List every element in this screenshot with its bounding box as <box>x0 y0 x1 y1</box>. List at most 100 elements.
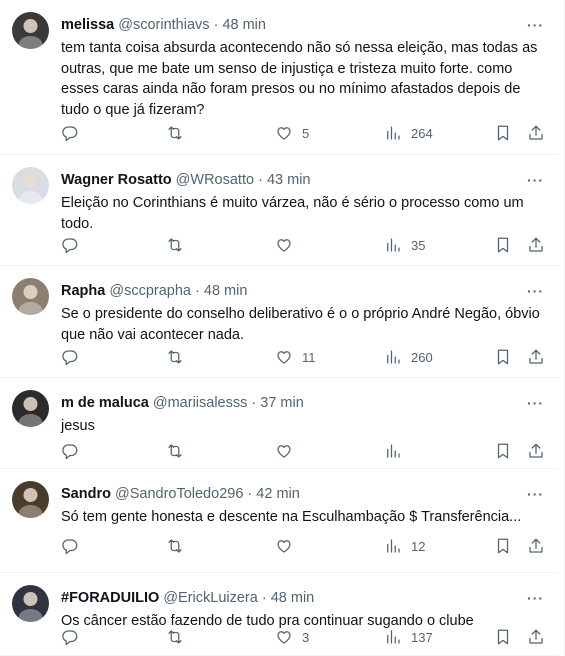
display-name[interactable]: Sandro <box>61 486 111 502</box>
avatar[interactable] <box>12 585 49 622</box>
display-name[interactable]: m de maluca <box>61 395 149 411</box>
tweet-1[interactable]: melissa @scorinthiavs · 48 min ··· tem t… <box>0 0 558 155</box>
timestamp[interactable]: 48 min <box>204 283 248 299</box>
display-name[interactable]: melissa <box>61 17 114 33</box>
share-button[interactable] <box>527 535 545 557</box>
views-button[interactable]: 260 <box>384 346 433 368</box>
share-icon <box>529 538 543 553</box>
user-handle[interactable]: @sccprapha <box>109 283 191 299</box>
more-options-icon[interactable]: ··· <box>527 280 544 302</box>
display-name[interactable]: Rapha <box>61 283 105 299</box>
like-button[interactable] <box>275 234 302 256</box>
more-options-icon[interactable]: ··· <box>527 169 544 191</box>
views-icon <box>387 238 400 252</box>
views-icon <box>387 539 400 553</box>
timestamp[interactable]: 42 min <box>256 486 300 502</box>
views-button[interactable]: 12 <box>384 535 425 557</box>
retweet-icon <box>168 126 182 140</box>
timestamp[interactable]: 48 min <box>222 17 266 33</box>
views-icon <box>387 126 400 140</box>
views-icon <box>387 350 400 364</box>
display-name[interactable]: #FORADUILIO <box>61 590 159 606</box>
retweet-button[interactable] <box>166 440 184 462</box>
timestamp[interactable]: 48 min <box>271 590 315 606</box>
reply-icon <box>62 350 78 366</box>
share-icon <box>529 125 543 140</box>
reply-button[interactable] <box>61 440 79 462</box>
tweet-actions: 35 <box>61 234 551 256</box>
avatar[interactable] <box>12 390 49 427</box>
bookmark-button[interactable] <box>494 346 512 368</box>
share-button[interactable] <box>527 346 545 368</box>
more-options-icon[interactable]: ··· <box>527 587 544 609</box>
bookmark-button[interactable] <box>494 122 512 144</box>
like-button[interactable] <box>275 440 302 462</box>
views-button[interactable]: 35 <box>384 234 425 256</box>
tweet-text: Eleição no Corinthians é muito várzea, n… <box>61 195 524 232</box>
share-button[interactable] <box>527 440 545 462</box>
separator-dot: · <box>251 395 257 411</box>
like-count: 11 <box>302 349 316 365</box>
like-button[interactable]: 3 <box>275 626 309 648</box>
more-options-icon[interactable]: ··· <box>527 483 544 505</box>
views-button[interactable] <box>384 440 411 462</box>
share-button[interactable] <box>527 626 545 648</box>
retweet-icon <box>168 539 182 553</box>
views-button[interactable]: 264 <box>384 122 433 144</box>
user-handle[interactable]: @ErickLuizera <box>163 590 258 606</box>
bookmark-icon <box>497 237 509 253</box>
reply-button[interactable] <box>61 234 79 256</box>
share-button[interactable] <box>527 122 545 144</box>
tweet-2[interactable]: Wagner Rosatto @WRosatto · 43 min ··· El… <box>0 155 558 266</box>
like-button[interactable]: 11 <box>275 346 316 368</box>
like-button[interactable] <box>275 535 302 557</box>
separator-dot: · <box>195 283 200 299</box>
like-button[interactable]: 5 <box>275 122 309 144</box>
user-handle[interactable]: @SandroToledo296 <box>115 486 243 502</box>
display-name[interactable]: Wagner Rosatto <box>61 172 172 188</box>
user-handle[interactable]: @WRosatto <box>176 172 254 188</box>
share-icon <box>529 349 543 364</box>
timestamp[interactable]: 37 min <box>260 395 304 411</box>
reply-button[interactable] <box>61 535 79 557</box>
bookmark-button[interactable] <box>494 234 512 256</box>
share-icon <box>529 629 543 644</box>
reply-button[interactable] <box>61 626 79 648</box>
reply-button[interactable] <box>61 122 79 144</box>
avatar[interactable] <box>12 167 49 204</box>
reply-icon <box>62 126 78 142</box>
more-options-icon[interactable]: ··· <box>527 392 544 414</box>
view-count: 260 <box>411 349 433 365</box>
timestamp[interactable]: 43 min <box>267 172 311 188</box>
like-icon <box>277 351 291 364</box>
bookmark-button[interactable] <box>494 535 512 557</box>
retweet-button[interactable] <box>166 234 184 256</box>
views-icon <box>387 444 400 458</box>
tweet-text: Só tem gente honesta e descente na Escul… <box>61 509 522 525</box>
tweet-3[interactable]: Rapha @sccprapha · 48 min ··· Se o presi… <box>0 266 558 378</box>
bookmark-button[interactable] <box>494 626 512 648</box>
bookmark-icon <box>497 125 509 141</box>
tweet-4[interactable]: m de maluca @mariisalesss · 37 min ··· j… <box>0 378 558 469</box>
avatar[interactable] <box>12 12 49 49</box>
avatar[interactable] <box>12 481 49 518</box>
tweet-actions: 3 137 <box>61 626 551 648</box>
bookmark-button[interactable] <box>494 440 512 462</box>
more-options-icon[interactable]: ··· <box>527 14 544 36</box>
user-handle[interactable]: @scorinthiavs <box>118 17 209 33</box>
view-count: 264 <box>411 125 433 141</box>
tweet-5[interactable]: Sandro @SandroToledo296 · 42 min ··· Só … <box>0 469 558 573</box>
reply-icon <box>62 630 78 646</box>
avatar[interactable] <box>12 278 49 315</box>
views-button[interactable]: 137 <box>384 626 433 648</box>
retweet-button[interactable] <box>166 535 184 557</box>
reply-icon <box>62 238 78 254</box>
retweet-button[interactable] <box>166 626 184 648</box>
user-handle[interactable]: @mariisalesss <box>153 395 247 411</box>
share-icon <box>529 443 543 458</box>
retweet-button[interactable] <box>166 122 184 144</box>
retweet-button[interactable] <box>166 346 184 368</box>
tweet-6[interactable]: #FORADUILIO @ErickLuizera · 48 min ··· O… <box>0 573 558 656</box>
reply-button[interactable] <box>61 346 79 368</box>
share-button[interactable] <box>527 234 545 256</box>
